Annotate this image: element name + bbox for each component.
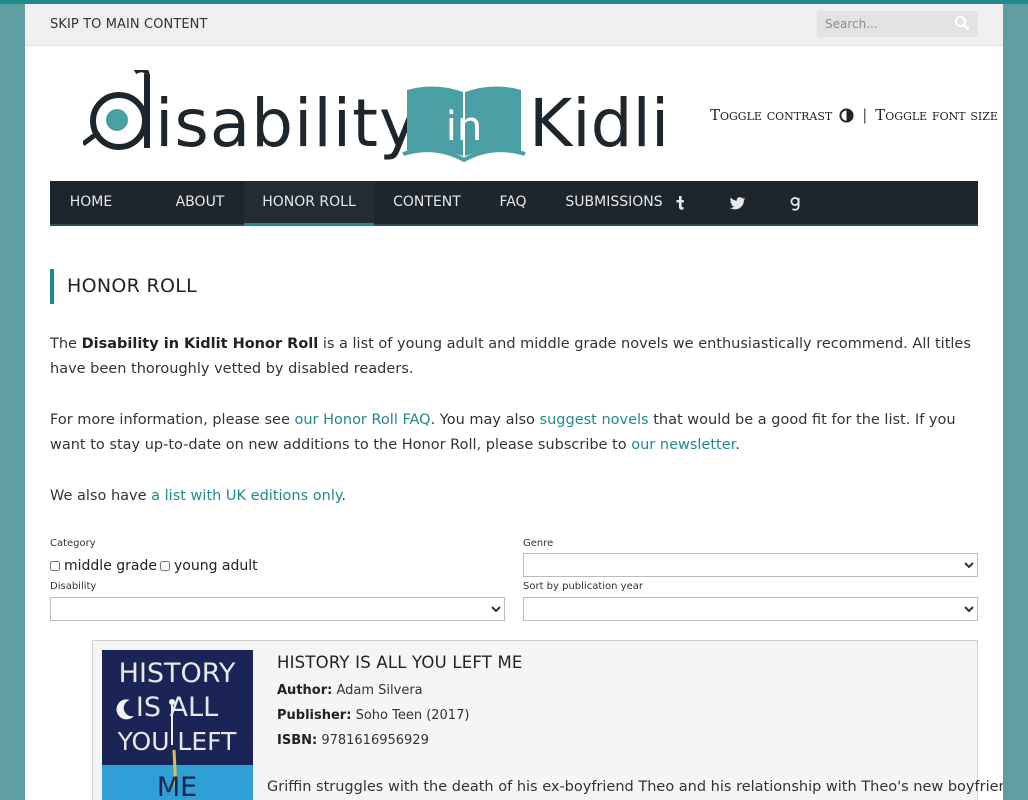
uk-editions-link[interactable]: a list with UK editions only [151,488,341,504]
contrast-icon [839,107,854,123]
toggle-contrast-button[interactable]: Toggle contrast [710,106,854,124]
sort-label: Sort by publication year [523,581,643,592]
tools-separator: | [862,106,868,124]
cover-line-4: ME [157,772,197,800]
toggle-contrast-label: Toggle contrast [710,106,833,124]
intro-paragraph: The Disability in Kidlit Honor Roll is a… [50,332,978,382]
category-checkboxes: middle grade young adult [50,558,261,574]
twitter-icon[interactable] [727,193,747,213]
info-text-1: For more information, please see [50,412,295,428]
info-text-2: . You may also [430,412,540,428]
sort-select[interactable] [523,597,978,621]
toggle-font-size-button[interactable]: Toggle font size [875,106,1003,124]
main-content: The Disability in Kidlit Honor Roll is a… [50,332,978,535]
category-option-middle-grade[interactable]: middle grade [50,558,157,574]
young-adult-label: young adult [173,558,258,574]
nav-item-home[interactable]: Home [50,181,132,224]
uk-text-1: We also have [50,488,152,504]
honor-roll-name: Disability in Kidlit Honor Roll [81,336,319,352]
nav-item-faq[interactable]: FAQ [480,181,546,224]
isbn-value: 9781616956929 [321,733,429,748]
book-cover[interactable]: HISTORY IS ALL YOU LEFT ME [102,650,253,800]
genre-select[interactable] [523,553,978,577]
goodreads-icon[interactable] [785,193,805,213]
newsletter-link[interactable]: our newsletter [631,437,735,453]
toggle-font-size-label: Toggle font size [875,106,998,124]
disability-select[interactable] [50,597,505,621]
book-description: Griffin struggles with the death of his … [267,779,1003,795]
category-label: Category [50,538,96,549]
publisher-value: Soho Teen (2017) [355,708,470,723]
disability-label: Disability [50,581,97,592]
accessibility-tools: Toggle contrast | Toggle font size [710,106,1003,124]
middle-grade-label: middle grade [64,558,157,574]
search-icon [954,15,970,31]
page-title: Honor Roll [67,275,197,297]
book-title[interactable]: History Is All You Left Me [277,653,523,672]
nav-item-submissions[interactable]: Submissions [544,181,684,224]
nav-item-content[interactable]: Content [372,181,482,224]
book-publisher: Publisher: Soho Teen (2017) [277,708,469,723]
logo-text-suffix: Kidlit [529,85,668,162]
cover-line-3: YOU LEFT [117,727,237,756]
info-paragraph: For more information, please see our Hon… [50,408,978,458]
cover-line-1: HISTORY [119,658,236,689]
logo-text-middle: in [446,104,482,150]
book-author: Author: Adam Silvera [277,683,423,698]
category-option-young-adult[interactable]: young adult [159,558,258,574]
publisher-label: Publisher: [277,708,352,723]
search-button[interactable] [953,15,971,33]
site-logo[interactable]: isability in Kidlit [83,70,668,162]
info-text-4: . [735,437,740,453]
isbn-label: ISBN: [277,733,318,748]
site-header: isability in Kidlit Toggle contrast | To… [25,46,1003,181]
uk-text-2: . [341,488,346,504]
intro-text-1: The [50,336,82,352]
young-adult-checkbox[interactable] [159,561,170,571]
book-isbn: ISBN: 9781616956929 [277,733,429,748]
search-box [817,11,978,37]
genre-label: Genre [523,538,554,549]
search-input[interactable] [817,11,953,37]
logo-book: in [402,86,526,162]
cover-line-2: IS ALL [136,692,218,723]
uk-paragraph: We also have a list with UK editions onl… [50,484,978,509]
book-card: HISTORY IS ALL YOU LEFT ME History Is Al… [92,640,1003,800]
page-container: Skip to main content isability [25,4,1003,800]
honor-roll-faq-link[interactable]: our Honor Roll FAQ [294,412,430,428]
book-cover-art: HISTORY IS ALL YOU LEFT ME [102,650,253,800]
author-value: Adam Silvera [336,683,423,698]
nav-item-honor-roll[interactable]: Honor Roll [244,181,374,226]
page-title-container: Honor Roll [50,269,197,304]
tumblr-icon[interactable] [670,193,690,213]
author-label: Author: [277,683,333,698]
suggest-novels-link[interactable]: suggest novels [540,412,649,428]
nav-item-about[interactable]: About [154,181,246,224]
skip-to-content-link[interactable]: Skip to main content [50,17,208,32]
main-navigation: Home About Honor Roll Content FAQ Submis… [50,181,978,226]
logo-d-mark [83,70,150,150]
middle-grade-checkbox[interactable] [50,561,60,571]
top-bar: Skip to main content [25,4,1003,46]
logo-text-prefix: isability [155,85,419,162]
